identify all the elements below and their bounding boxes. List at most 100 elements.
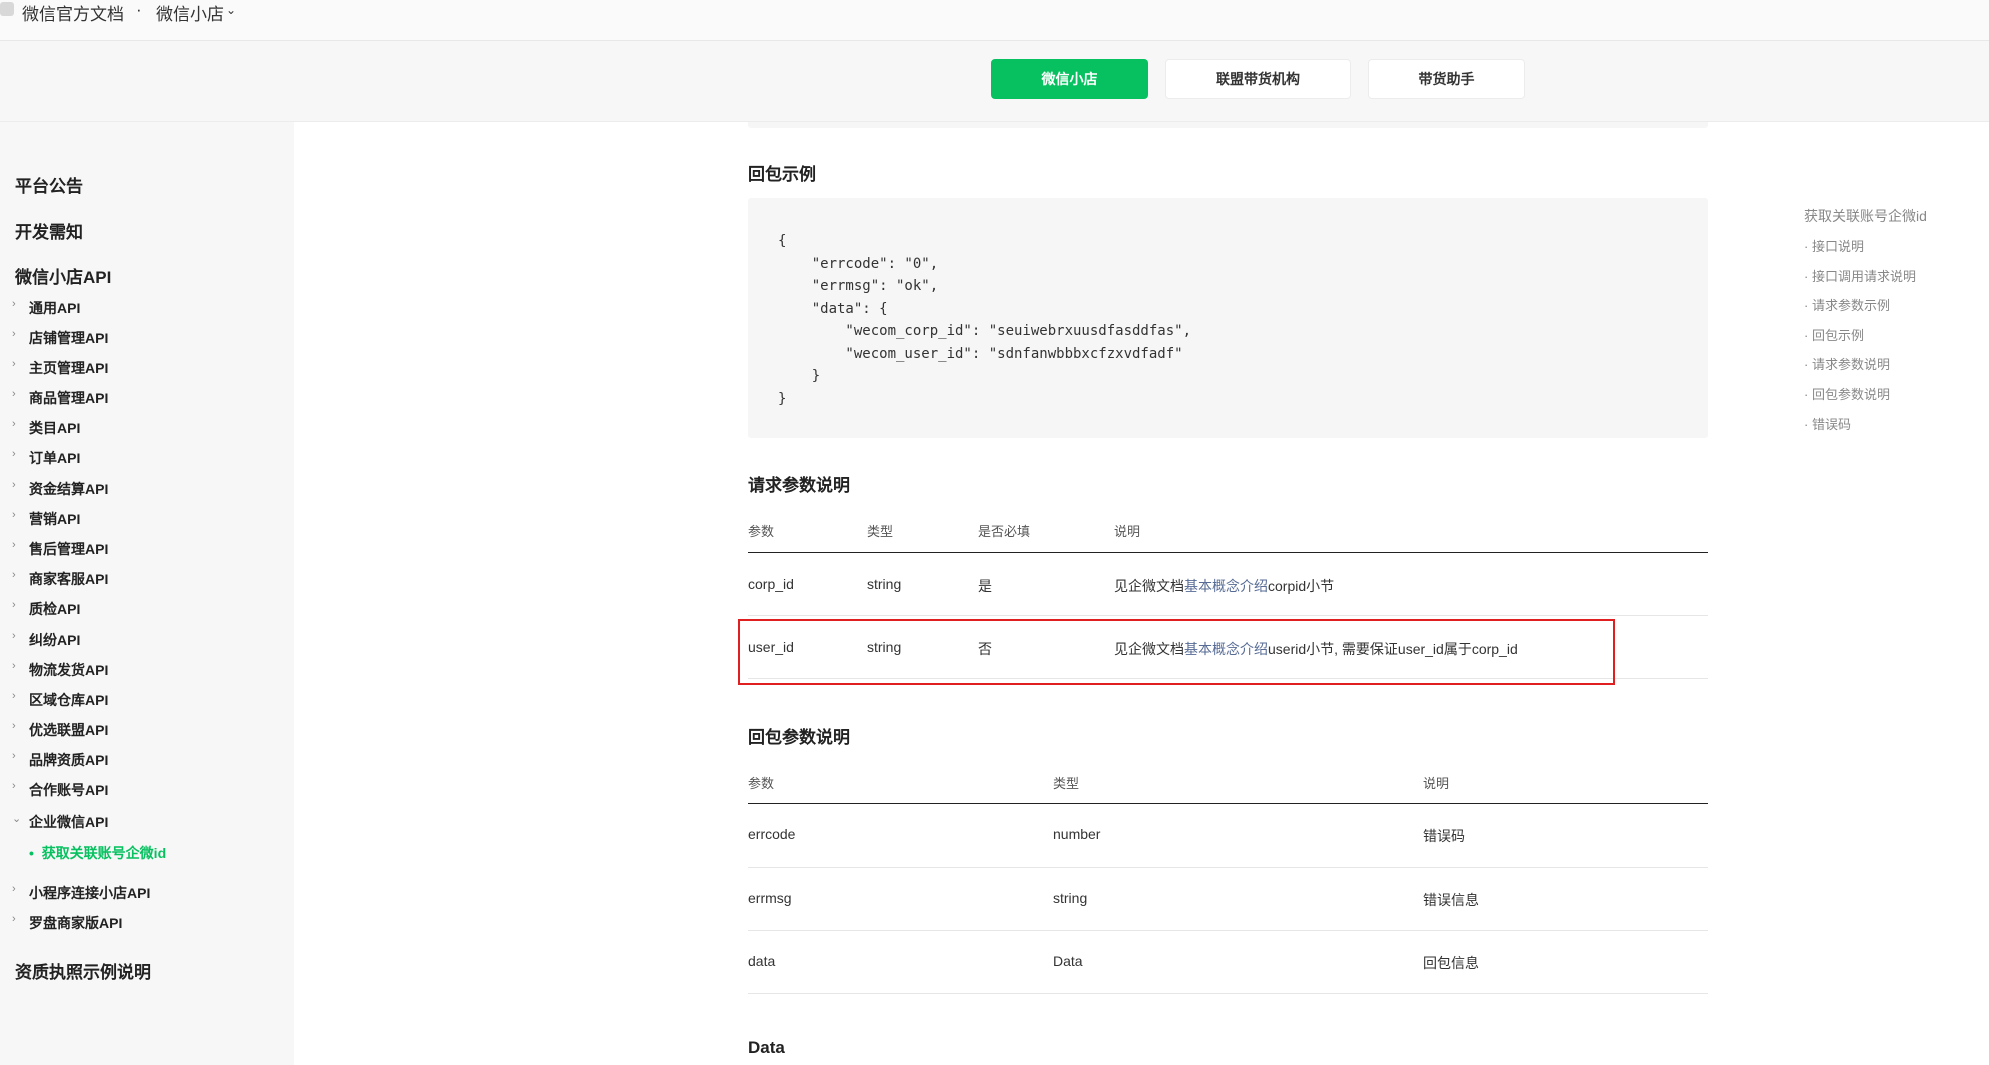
table-header-rule: [748, 552, 1708, 553]
chevron-down-icon: ⌄: [12, 813, 22, 825]
sidebar-item-label: 订单API: [29, 450, 81, 466]
code-line: "errmsg": "ok",: [778, 278, 939, 294]
table-row-divider: [748, 615, 1708, 616]
sidebar-item-license-examples[interactable]: 资质执照示例说明: [15, 958, 151, 983]
toc-item[interactable]: · 回包参数说明: [1804, 384, 1890, 403]
code-line: }: [778, 390, 787, 407]
toc-item[interactable]: · 请求参数示例: [1804, 295, 1890, 314]
sidebar-item[interactable]: › 纠纷API: [12, 630, 81, 650]
code-block-response-example: { "errcode": "0", "errmsg": "ok", "data"…: [748, 198, 1708, 438]
sidebar-item-miniprogram-api[interactable]: › 小程序连接小店API: [12, 883, 150, 903]
sidebar-item[interactable]: › 物流发货API: [12, 660, 108, 680]
sidebar-item-label: 罗盘商家版API: [29, 915, 123, 931]
sidebar-item-platform-notice[interactable]: 平台公告: [15, 172, 83, 197]
sidebar-item-dev-notes[interactable]: 开发需知: [15, 218, 83, 243]
chevron-right-icon: ›: [12, 660, 16, 672]
sidebar-item-label: 质检API: [29, 601, 81, 617]
section-title-data: Data: [748, 1038, 785, 1057]
table-header-rule: [748, 803, 1708, 804]
chevron-right-icon: ›: [12, 569, 16, 581]
chevron-down-icon[interactable]: ⌄: [226, 3, 236, 17]
chevron-right-icon: ›: [12, 599, 16, 611]
table-header-cell: 类型: [867, 524, 894, 539]
sidebar-item[interactable]: › 主页管理API: [12, 358, 108, 378]
sidebar-item[interactable]: › 售后管理API: [12, 539, 108, 559]
sidebar-item-label: 区域仓库API: [29, 692, 109, 708]
sidebar-item[interactable]: › 类目API: [12, 418, 80, 438]
toc-title[interactable]: 获取关联账号企微id: [1804, 206, 1927, 226]
section-title-response-example: 回包示例: [748, 165, 816, 184]
sidebar-item-label: 纠纷API: [29, 632, 81, 648]
code-line: {: [778, 233, 787, 249]
sidebar-item[interactable]: › 商品管理API: [12, 388, 109, 408]
chevron-right-icon: ›: [12, 358, 16, 370]
table-header-cell: 参数: [748, 776, 775, 791]
chevron-right-icon: ›: [12, 448, 16, 460]
chevron-right-icon: ›: [12, 539, 16, 551]
table-header-cell: 说明: [1423, 776, 1450, 791]
table-cell-desc: 见企微文档基本概念介绍corpid小节: [1114, 576, 1334, 596]
sidebar-item[interactable]: › 商家客服API: [12, 569, 109, 589]
code-line: "errcode": "0",: [778, 255, 939, 272]
table-cell-param: corp_id: [748, 576, 794, 592]
tab-weixin-shop[interactable]: 微信小店: [991, 59, 1148, 99]
chevron-right-icon: ›: [12, 913, 16, 925]
toc-item[interactable]: · 接口调用请求说明: [1804, 266, 1916, 285]
chevron-right-icon: ›: [12, 509, 16, 521]
table-cell-type: number: [1053, 826, 1101, 842]
table-cell-type: string: [1053, 890, 1088, 906]
chevron-right-icon: ›: [12, 418, 16, 430]
table-header-cell: 说明: [1114, 524, 1141, 539]
sidebar-item-shop-api[interactable]: 微信小店API: [15, 263, 111, 288]
chevron-right-icon: ›: [12, 630, 16, 642]
chevron-right-icon: ›: [12, 298, 16, 310]
table-cell-param: data: [748, 953, 776, 969]
site-title[interactable]: 微信官方文档: [22, 0, 124, 25]
sidebar-item-label: 商品管理API: [29, 390, 109, 406]
sidebar-item[interactable]: › 资金结算API: [12, 479, 108, 499]
sidebar-item-label: 品牌资质API: [29, 752, 109, 768]
chevron-right-icon: ›: [12, 479, 16, 491]
sidebar-item[interactable]: ⌄ 企业微信API: [12, 812, 109, 832]
top-bar: 微信官方文档 · 微信小店 ⌄: [0, 0, 1989, 41]
table-cell-param: errmsg: [748, 890, 792, 906]
sidebar-item-compass-api[interactable]: › 罗盘商家版API: [12, 913, 123, 933]
sidebar-item-label: 店铺管理API: [29, 330, 109, 346]
table-row-divider: [748, 993, 1708, 994]
table-header-cell: 类型: [1053, 776, 1080, 791]
concept-link[interactable]: 基本概念介绍: [1184, 578, 1268, 594]
chevron-right-icon: ›: [12, 690, 16, 702]
tab-sales-assistant[interactable]: 带货助手: [1368, 59, 1525, 99]
section-title-request-params: 请求参数说明: [748, 476, 850, 495]
toc-item[interactable]: · 回包示例: [1804, 325, 1864, 344]
chevron-right-icon: ›: [12, 720, 16, 732]
sidebar-item[interactable]: › 营销API: [12, 509, 80, 529]
highlight-box: [738, 619, 1615, 685]
sidebar-item[interactable]: › 店铺管理API: [12, 328, 109, 348]
sidebar-item[interactable]: › 优选联盟API: [12, 720, 109, 740]
desc-text: 见企微文档: [1114, 578, 1184, 594]
sidebar-item[interactable]: › 质检API: [12, 599, 81, 619]
chevron-right-icon: ›: [12, 750, 16, 762]
previous-code-block-edge: [748, 122, 1708, 128]
toc-item[interactable]: · 请求参数说明: [1804, 354, 1890, 373]
sidebar-item[interactable]: › 通用API: [12, 298, 80, 318]
sidebar-item-label: 商家客服API: [29, 571, 109, 587]
sidebar-item-label: 优选联盟API: [29, 722, 109, 738]
wechat-logo-icon[interactable]: [0, 2, 14, 16]
sidebar-item-label: 企业微信API: [29, 814, 109, 830]
toc-item[interactable]: · 接口说明: [1804, 236, 1864, 255]
sidebar-item[interactable]: › 合作账号API: [12, 780, 109, 800]
sidebar-item-label: 合作账号API: [29, 782, 109, 798]
sidebar-item[interactable]: › 品牌资质API: [12, 750, 109, 770]
table-cell-param: errcode: [748, 826, 796, 842]
tab-alliance-agency[interactable]: 联盟带货机构: [1165, 59, 1351, 99]
sidebar-item[interactable]: › 订单API: [12, 448, 81, 468]
table-cell-type: string: [867, 576, 902, 592]
toc-item[interactable]: · 错误码: [1804, 414, 1851, 433]
sidebar-sub-item-active[interactable]: • 获取关联账号企微id: [29, 843, 166, 863]
sidebar-item[interactable]: › 区域仓库API: [12, 690, 109, 710]
product-tab-bar: 微信小店 联盟带货机构 带货助手: [0, 41, 1989, 122]
product-switcher[interactable]: 微信小店: [156, 0, 224, 25]
table-cell-required: 是: [978, 578, 992, 594]
